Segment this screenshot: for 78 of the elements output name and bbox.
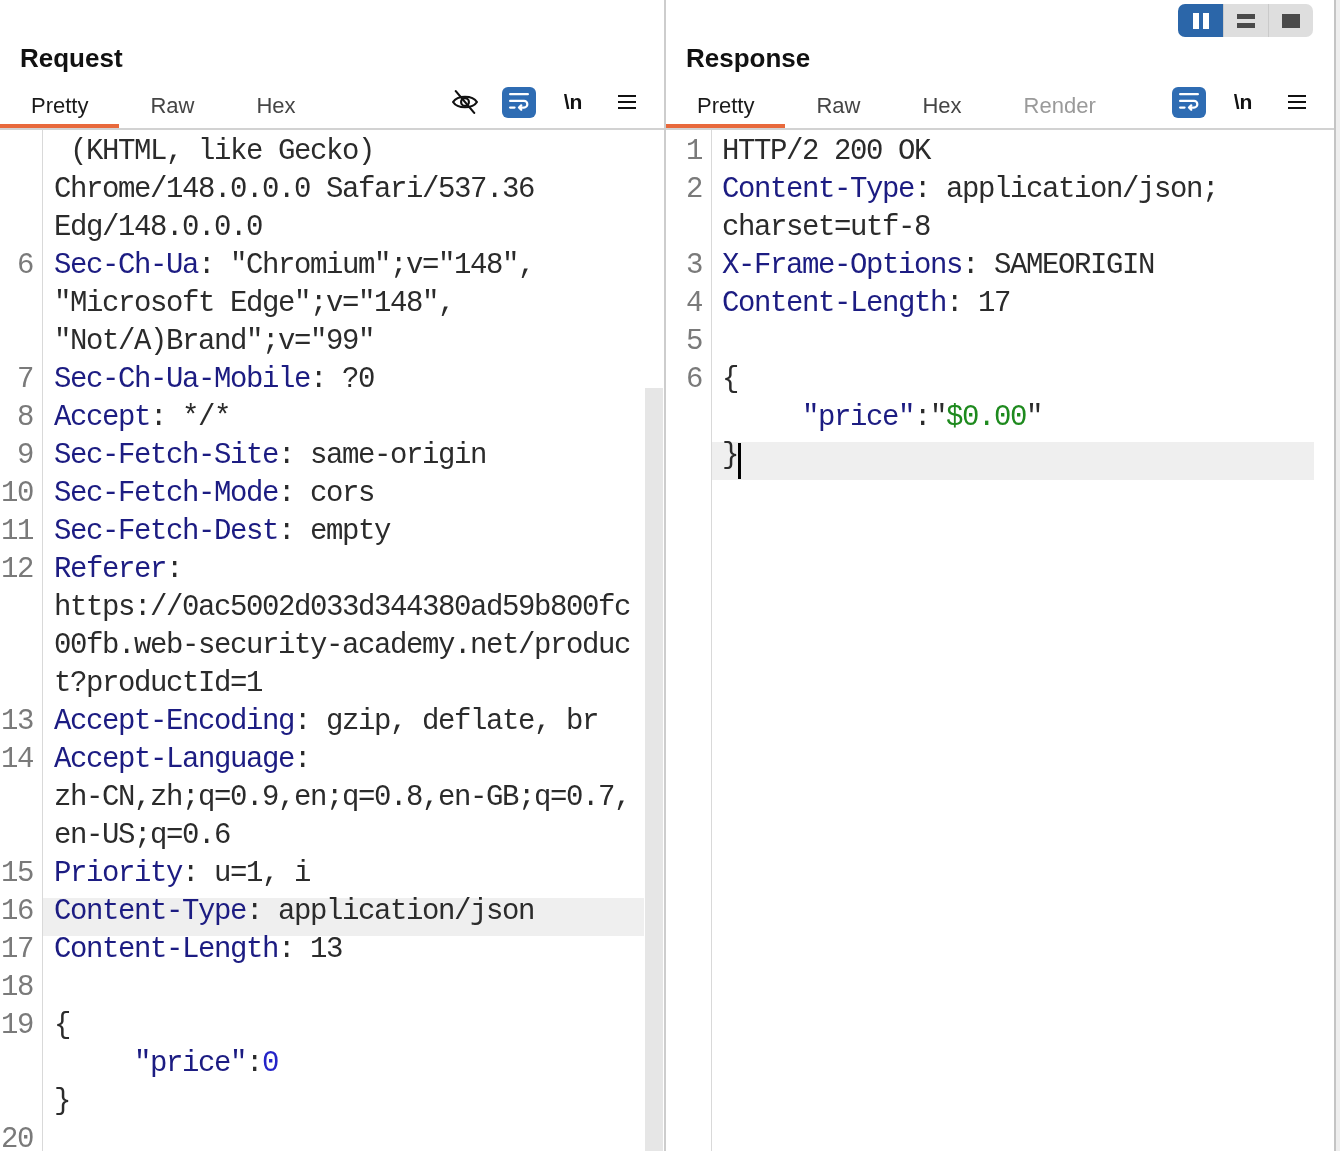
- code-line: Sec-Ch-Ua-Mobile: ?0: [54, 366, 375, 394]
- view-tab[interactable]: Pretty: [666, 92, 786, 128]
- line-number: 6: [17, 252, 33, 280]
- line-number: 14: [1, 746, 33, 774]
- code-line: Accept-Language:: [54, 746, 311, 774]
- scrollbar-thumb[interactable]: [645, 388, 663, 1151]
- line-number: 5: [686, 328, 702, 356]
- code-line: Sec-Fetch-Site: same-origin: [54, 442, 487, 470]
- code-line: Sec-Fetch-Dest: empty: [54, 518, 391, 546]
- code-line: Accept: */*: [54, 404, 231, 432]
- code-line: "price":"$0.00": [802, 404, 1043, 432]
- two-columns-icon: [1192, 12, 1209, 29]
- line-number: 20: [1, 1126, 33, 1151]
- code-line: Content-Type: application/json;: [722, 176, 1219, 204]
- line-number: 18: [1, 974, 33, 1002]
- line-number: 2: [686, 176, 702, 204]
- layout-button[interactable]: [1223, 4, 1268, 37]
- line-number: 8: [17, 404, 33, 432]
- code-line: Edg/148.0.0.0: [54, 214, 263, 242]
- wrap-lines-icon: [1179, 93, 1199, 111]
- line-number: 17: [1, 936, 33, 964]
- line-number: 13: [1, 708, 33, 736]
- line-number: 12: [1, 556, 33, 584]
- code-line: {: [722, 366, 738, 394]
- code-line: Chrome/148.0.0.0 Safari/537.36: [54, 176, 535, 204]
- line-number: 16: [1, 898, 33, 926]
- line-number: 1: [686, 138, 702, 166]
- code-line: Content-Type: application/json: [54, 898, 535, 926]
- code-line: "Microsoft Edge";v="148",: [54, 290, 455, 318]
- menu-icon[interactable]: [1288, 94, 1306, 110]
- code-line: HTTP/2 200 OK: [722, 138, 931, 166]
- line-number: 7: [17, 366, 33, 394]
- code-line: en-US;q=0.6: [54, 822, 231, 850]
- code-line: }: [722, 442, 738, 470]
- code-line: Content-Length: 17: [722, 290, 1011, 318]
- code-line: Referer:: [54, 556, 183, 584]
- view-tab[interactable]: Hex: [225, 92, 327, 128]
- layout-button[interactable]: [1178, 4, 1223, 37]
- code-line: X-Frame-Options: SAMEORIGIN: [722, 252, 1155, 280]
- line-number: 11: [1, 518, 33, 546]
- code-line: t?productId=1: [54, 670, 263, 698]
- panel-title: Request: [20, 42, 123, 75]
- code-line: "price":0: [134, 1050, 279, 1078]
- code-line: }: [54, 1088, 70, 1116]
- code-line: Accept-Encoding: gzip, deflate, br: [54, 708, 599, 736]
- code-line: (KHTML, like Gecko): [69, 138, 375, 166]
- panel-title: Response: [686, 42, 811, 75]
- view-tab[interactable]: Hex: [891, 92, 993, 128]
- code-line: https://0ac5002d033d344380ad59b800fc: [54, 594, 631, 622]
- code-line: Sec-Ch-Ua: "Chromium";v="148",: [54, 252, 535, 280]
- view-tab[interactable]: Raw: [119, 92, 226, 128]
- wrap-lines-icon: [509, 93, 529, 111]
- code-line: {: [54, 1012, 70, 1040]
- layout-button[interactable]: [1268, 4, 1313, 37]
- code-line: zh-CN,zh;q=0.9,en;q=0.8,en-GB;q=0.7,: [54, 784, 631, 812]
- line-number: 15: [1, 860, 33, 888]
- newline-toggle-button[interactable]: \n: [559, 88, 587, 116]
- code-line: Sec-Fetch-Mode: cors: [54, 480, 375, 508]
- wrap-lines-button[interactable]: [1172, 86, 1206, 118]
- eye-slash-icon[interactable]: [452, 90, 478, 114]
- code-line: "Not/A)Brand";v="99": [54, 328, 375, 356]
- line-number: 3: [686, 252, 702, 280]
- menu-icon[interactable]: [618, 94, 636, 110]
- line-number: 6: [686, 366, 702, 394]
- code-line: 00fb.web-security-academy.net/produc: [54, 632, 631, 660]
- line-number: 10: [1, 480, 33, 508]
- code-line: Content-Length: 13: [54, 936, 343, 964]
- line-number: 4: [686, 290, 702, 318]
- two-rows-icon: [1237, 13, 1255, 28]
- square-icon: [1282, 13, 1300, 28]
- newline-toggle-button[interactable]: \n: [1229, 88, 1257, 116]
- line-number: 9: [17, 442, 33, 470]
- view-tab[interactable]: Raw: [785, 92, 892, 128]
- line-number: 19: [1, 1012, 33, 1040]
- code-line: Priority: u=1, i: [54, 860, 311, 888]
- wrap-lines-button[interactable]: [502, 86, 536, 118]
- code-line: charset=utf-8: [722, 214, 931, 242]
- view-tab[interactable]: Pretty: [0, 92, 120, 128]
